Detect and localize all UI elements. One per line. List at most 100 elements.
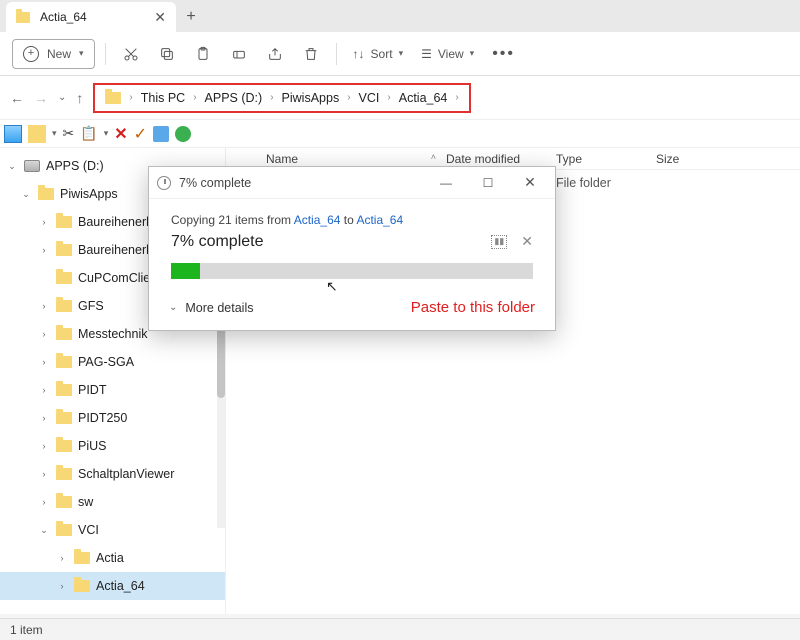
expand-icon[interactable]: ›: [38, 497, 50, 507]
chevron-down-icon[interactable]: ▾: [52, 128, 57, 139]
crumb-vci[interactable]: VCI: [359, 91, 380, 105]
view-button[interactable]: ☰ View ▾: [415, 39, 480, 69]
cancel-button[interactable]: ✕: [521, 233, 533, 250]
chevron-down-icon[interactable]: ▾: [104, 128, 109, 139]
progress-bar: [171, 263, 533, 279]
delete-button[interactable]: [296, 39, 326, 69]
tree-label: PAG-SGA: [78, 355, 134, 369]
chevron-right-icon: ›: [387, 92, 390, 103]
expand-icon[interactable]: ›: [38, 385, 50, 395]
collapse-icon[interactable]: ⌄: [20, 189, 32, 200]
copy-button[interactable]: [152, 39, 182, 69]
pause-button[interactable]: ▮▮: [491, 235, 507, 249]
tree-item[interactable]: ›PIDT: [0, 376, 225, 404]
share-button[interactable]: [260, 39, 290, 69]
paste-button[interactable]: [188, 39, 218, 69]
expand-icon[interactable]: ›: [38, 217, 50, 227]
expand-icon[interactable]: ›: [38, 357, 50, 367]
collapse-icon[interactable]: ⌄: [6, 161, 18, 172]
crumb-piwisapps[interactable]: PiwisApps: [282, 91, 340, 105]
expand-icon[interactable]: ›: [38, 413, 50, 423]
expand-icon[interactable]: ›: [38, 441, 50, 451]
dialog-titlebar[interactable]: 7% complete — ☐ ✕: [149, 167, 555, 199]
sort-button[interactable]: ↑↓ Sort ▾: [347, 39, 410, 69]
tool-green-icon[interactable]: [175, 126, 191, 142]
col-type[interactable]: Type: [556, 152, 582, 166]
tree-item-selected[interactable]: ›Actia_64: [0, 572, 225, 600]
tree-scrollbar[interactable]: [217, 328, 225, 528]
folder-icon: [74, 580, 90, 592]
expand-icon[interactable]: ›: [38, 301, 50, 311]
col-date[interactable]: Date modified: [446, 152, 520, 166]
clipboard-icon[interactable]: [80, 125, 97, 142]
progress-fill: [171, 263, 200, 279]
tree-item[interactable]: › PiUS: [0, 432, 225, 460]
close-tab-icon[interactable]: ✕: [154, 9, 166, 26]
expand-icon[interactable]: ›: [38, 245, 50, 255]
folder-icon: [38, 188, 54, 200]
tree-label: sw: [78, 495, 93, 509]
chevron-right-icon: ›: [193, 92, 196, 103]
close-button[interactable]: ✕: [513, 170, 547, 196]
col-name[interactable]: Name: [266, 152, 298, 166]
chevron-right-icon: ›: [455, 92, 458, 103]
expand-icon[interactable]: ›: [38, 469, 50, 479]
view-icon: ☰: [421, 47, 432, 61]
delete-x-icon[interactable]: ✕: [114, 124, 127, 144]
expand-icon[interactable]: ›: [56, 553, 68, 563]
annotation-text: Paste to this folder: [411, 299, 535, 316]
percent-complete: 7% complete: [171, 233, 533, 251]
crumb-actia64[interactable]: Actia_64: [399, 91, 448, 105]
tree-item[interactable]: › PAG-SGA: [0, 348, 225, 376]
collapse-icon[interactable]: ⌄: [38, 525, 50, 536]
chevron-right-icon: ›: [347, 92, 350, 103]
tool-folder-icon[interactable]: [28, 125, 46, 143]
tree-vci[interactable]: ⌄ VCI: [0, 516, 225, 544]
folder-icon: [56, 328, 72, 340]
tab-bar: Actia_64 ✕ +: [0, 0, 800, 32]
new-tab-button[interactable]: +: [176, 2, 206, 32]
tool-blue-icon[interactable]: [153, 126, 169, 142]
tree-item[interactable]: ›PIDT250: [0, 404, 225, 432]
up-button[interactable]: ↑: [76, 90, 83, 106]
clock-icon: [157, 176, 171, 190]
view-label: View: [438, 47, 464, 61]
col-size[interactable]: Size: [656, 152, 679, 166]
scissors-icon[interactable]: [63, 125, 75, 142]
tree-label: GFS: [78, 299, 104, 313]
cut-button[interactable]: [116, 39, 146, 69]
tree-item[interactable]: ›Actia: [0, 544, 225, 572]
breadcrumb[interactable]: › This PC › APPS (D:) › PiwisApps › VCI …: [93, 83, 470, 113]
minimize-button[interactable]: —: [429, 170, 463, 196]
rename-button[interactable]: [224, 39, 254, 69]
new-button[interactable]: + New ▾: [12, 39, 95, 69]
tree-label: PiUS: [78, 439, 106, 453]
maximize-button[interactable]: ☐: [471, 170, 505, 196]
expand-icon[interactable]: ›: [56, 581, 68, 591]
more-details-toggle[interactable]: ⌄ More details: [169, 301, 253, 315]
tab-active[interactable]: Actia_64 ✕: [6, 2, 176, 32]
crumb-this-pc[interactable]: This PC: [141, 91, 185, 105]
more-button[interactable]: •••: [486, 39, 521, 69]
tool-select-icon[interactable]: [4, 125, 22, 143]
copy-to: to: [340, 213, 356, 227]
dialog-body: Copying 21 items from Actia_64 to Actia_…: [149, 199, 555, 289]
toolbar: + New ▾ ↑↓ Sort ▾ ☰ View ▾ •••: [0, 32, 800, 76]
folder-icon: [56, 412, 72, 424]
copy-dest-link[interactable]: Actia_64: [356, 213, 403, 227]
copy-description: Copying 21 items from Actia_64 to Actia_…: [171, 213, 533, 227]
copy-source-link[interactable]: Actia_64: [294, 213, 341, 227]
recent-chevron-icon[interactable]: ⌄: [58, 92, 66, 103]
check-icon[interactable]: ✓: [134, 124, 147, 144]
tree-item[interactable]: › sw: [0, 488, 225, 516]
forward-button[interactable]: →: [34, 90, 48, 106]
back-button[interactable]: ←: [10, 90, 24, 106]
tab-title: Actia_64: [40, 10, 87, 24]
crumb-drive[interactable]: APPS (D:): [205, 91, 263, 105]
chevron-down-icon: ▾: [399, 48, 404, 59]
tree-label: VCI: [78, 523, 99, 537]
tree-item[interactable]: ›SchaltplanViewer: [0, 460, 225, 488]
folder-icon: [56, 384, 72, 396]
expand-icon[interactable]: ›: [38, 329, 50, 339]
secondary-toolbar: ▾ ▾ ✕ ✓: [0, 120, 800, 148]
